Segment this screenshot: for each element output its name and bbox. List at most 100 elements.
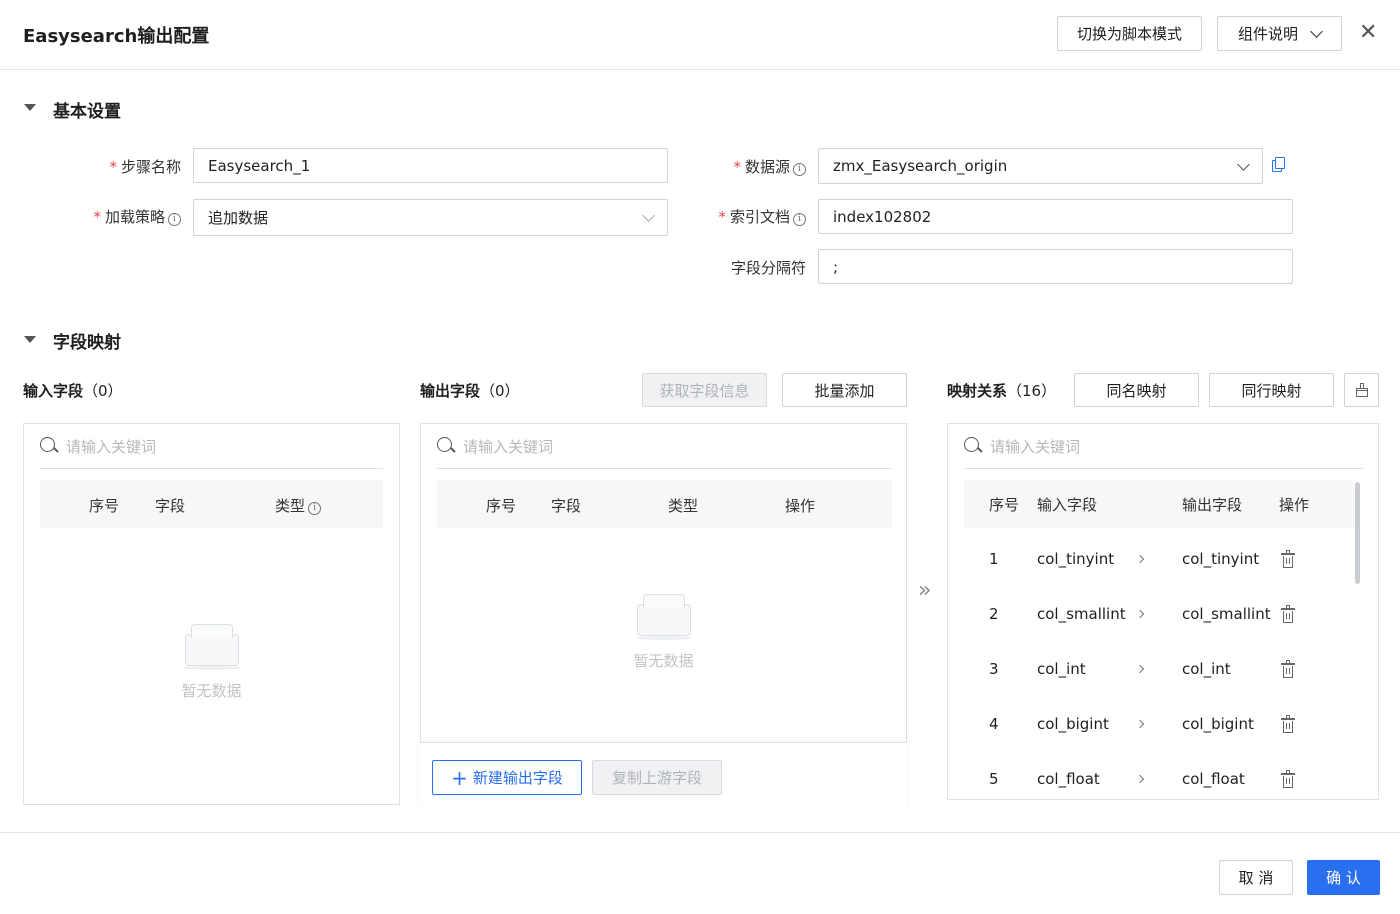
input-panel-count: （0） [83,382,123,400]
row-number: 5 [989,770,999,788]
row-input-field: col_float [1037,770,1100,788]
same-row-mapping-button[interactable]: 同行映射 [1209,373,1334,407]
empty-text: 暂无数据 [181,682,242,700]
row-number: 2 [989,605,999,623]
trash-icon[interactable] [1281,605,1295,623]
step-name-input[interactable]: Easysearch_1 [193,148,668,183]
empty-tray-icon [182,624,241,670]
required-mark: * [109,158,117,176]
relation-panel-title: 映射关系（16） [947,380,1056,401]
output-search[interactable]: 请输入关键词 [437,424,892,469]
script-mode-button[interactable]: 切换为脚本模式 [1057,16,1202,51]
col-header: 序号 [989,496,1020,514]
col-header: 字段 [551,497,582,515]
col-header: 操作 [785,497,816,515]
relation-panel-title-text: 映射关系 [947,382,1008,400]
row-output-field: col_bigint [1182,715,1254,733]
row-input-field: col_bigint [1037,715,1109,733]
confirm-button[interactable]: 确 认 [1307,860,1380,895]
row-output-field: col_int [1182,660,1231,678]
index-label-text: 索引文档 [729,208,790,226]
trash-icon[interactable] [1281,660,1295,678]
info-icon[interactable]: i [168,213,181,226]
collapse-basic-icon[interactable] [24,104,36,111]
load-strategy-label: * 加载策略 i [70,206,181,227]
output-fields-panel: 请输入关键词 序号 字段 类型 操作 暂无数据 [420,423,907,743]
output-table-header: 序号 字段 类型 操作 [437,480,892,528]
index-label: * 索引文档 i [690,206,806,227]
datasource-label: * 数据源 i [700,156,806,177]
chevron-down-icon [1237,158,1250,171]
load-strategy-select[interactable]: 追加数据 [193,199,668,236]
trash-icon[interactable] [1281,770,1295,788]
row-input-field: col_tinyint [1037,550,1115,568]
separator-input[interactable]: ; [818,249,1293,284]
relation-panel: 请输入关键词 序号 输入字段 输出字段 操作 1 col_tinyint col… [947,423,1379,800]
table-row: 3 col_int col_int [964,642,1354,697]
chevron-right-icon [1135,609,1145,619]
scrollbar[interactable] [1355,482,1360,584]
component-help-button[interactable]: 组件说明 [1217,16,1342,51]
new-output-field-button[interactable]: + 新建输出字段 [432,760,582,795]
datasource-label-text: 数据源 [744,158,790,176]
step-name-label-text: 步骤名称 [120,158,181,176]
copy-upstream-button[interactable]: 复制上游字段 [592,760,722,795]
relation-search[interactable]: 请输入关键词 [964,424,1363,469]
cancel-button[interactable]: 取 消 [1219,860,1293,895]
search-icon [40,437,58,455]
col-header-text: 类型 [275,497,306,515]
input-search-placeholder: 请输入关键词 [66,437,157,456]
relation-table-header: 序号 输入字段 输出字段 操作 [964,480,1354,528]
double-chevron-right-icon[interactable]: » [918,578,931,603]
modal-title: Easysearch输出配置 [23,26,210,47]
batch-add-button[interactable]: 批量添加 [782,373,907,407]
chevron-right-icon [1135,774,1145,784]
output-panel-title: 输出字段（0） [420,380,520,401]
col-header: 序号 [486,497,517,515]
col-header: 类型 i [275,495,322,516]
datasource-select[interactable]: zmx_Easysearch_origin [818,148,1263,184]
info-icon[interactable]: i [308,502,322,515]
input-fields-panel: 请输入关键词 序号 字段 类型 i 暂无数据 [23,423,400,805]
collapse-mapping-icon[interactable] [24,336,36,343]
clear-mapping-button[interactable] [1344,373,1379,407]
new-output-field-label: 新建输出字段 [472,769,563,787]
required-mark: * [93,208,101,226]
required-mark: * [718,208,726,226]
info-icon[interactable]: i [793,213,806,226]
fetch-fields-button[interactable]: 获取字段信息 [642,373,767,407]
relation-panel-count: （16） [1007,382,1057,400]
col-header: 操作 [1279,496,1310,514]
modal-header: Easysearch输出配置 切换为脚本模式 组件说明 ✕ [0,0,1400,70]
empty-state: 暂无数据 [606,594,721,671]
input-panel-title: 输入字段（0） [23,380,123,401]
chevron-down-icon [1310,24,1323,38]
col-header: 输出字段 [1182,496,1243,514]
table-row: 2 col_smallint col_smallint [964,587,1354,642]
datasource-value: zmx_Easysearch_origin [833,157,1008,175]
info-icon[interactable]: i [793,163,806,176]
required-mark: * [733,158,741,176]
trash-icon[interactable] [1281,550,1295,568]
relation-search-placeholder: 请输入关键词 [990,437,1081,456]
trash-icon[interactable] [1281,715,1295,733]
table-row: 5 col_float col_float [964,752,1354,799]
input-panel-title-text: 输入字段 [23,382,84,400]
chevron-right-icon [1135,664,1145,674]
table-row: 4 col_bigint col_bigint [964,697,1354,752]
component-help-label: 组件说明 [1237,25,1298,43]
empty-tray-icon [634,594,693,640]
row-number: 4 [989,715,999,733]
separator-label: 字段分隔符 [730,259,806,277]
col-header: 序号 [89,497,120,515]
index-input[interactable]: index102802 [818,199,1293,234]
input-search[interactable]: 请输入关键词 [40,424,383,469]
copy-icon[interactable] [1272,157,1285,173]
close-icon[interactable]: ✕ [1359,20,1377,46]
plus-icon: + [451,765,468,790]
col-header: 字段 [155,497,186,515]
basic-section-title: 基本设置 [53,102,121,122]
output-search-placeholder: 请输入关键词 [463,437,554,456]
row-output-field: col_tinyint [1182,550,1260,568]
same-name-mapping-button[interactable]: 同名映射 [1074,373,1199,407]
